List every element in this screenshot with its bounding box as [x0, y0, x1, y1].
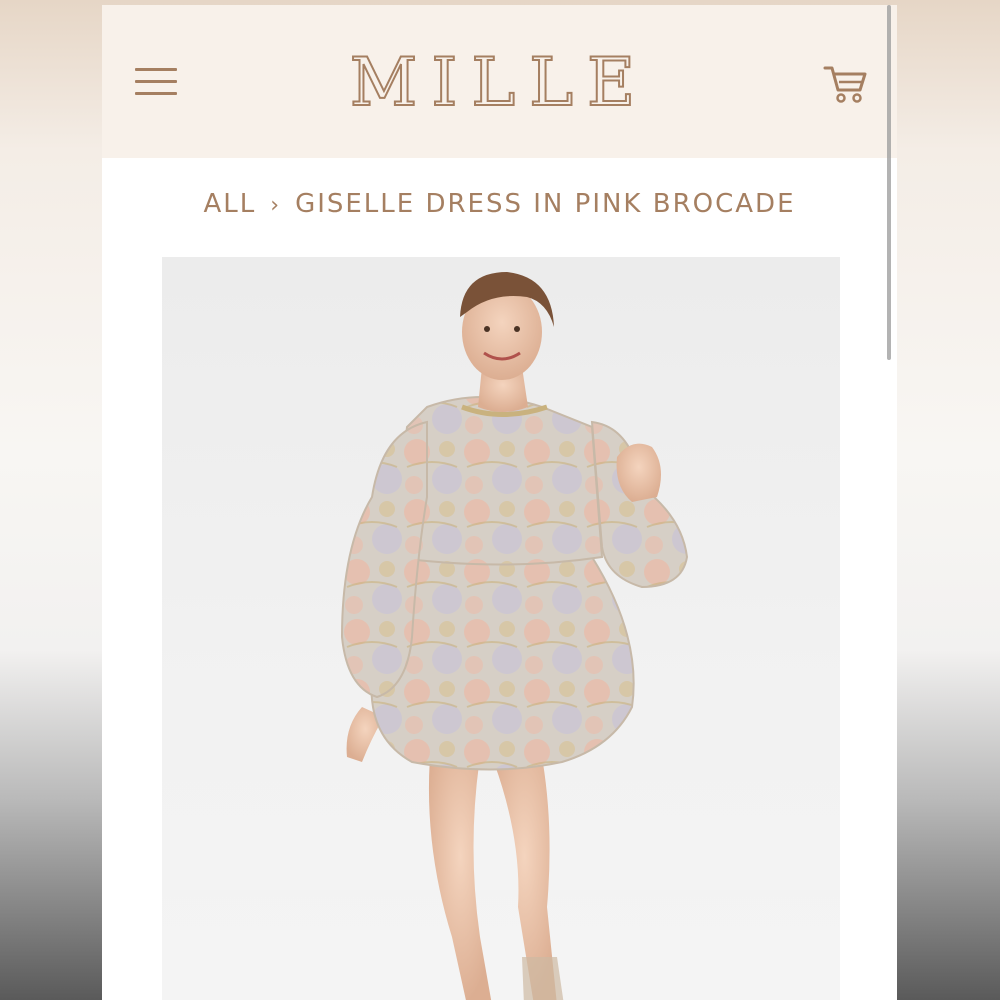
gallery-margin-left [102, 257, 162, 1000]
site-header: MILLE [102, 5, 897, 158]
breadcrumb-separator: › [270, 193, 282, 218]
model-eye-left [484, 326, 490, 332]
product-image[interactable] [162, 257, 840, 1000]
gallery-margin-right [840, 257, 897, 1000]
breadcrumb-current: GISELLE DRESS IN PINK BROCADE [295, 189, 796, 219]
model-eye-right [514, 326, 520, 332]
cart-button[interactable] [822, 60, 868, 106]
product-photo-illustration [340, 272, 689, 1000]
breadcrumb-root-link[interactable]: ALL [203, 189, 256, 219]
scrollbar[interactable] [887, 5, 891, 360]
cart-icon [823, 66, 867, 103]
site-logo[interactable]: MILLE [102, 43, 897, 123]
model-leg-left [428, 757, 492, 1000]
shoe [522, 957, 564, 1000]
mobile-page: MILLE ALL › GISELLE DRESS IN PINK BROCADE [102, 5, 897, 1000]
breadcrumb: ALL › GISELLE DRESS IN PINK BROCADE [102, 187, 897, 223]
